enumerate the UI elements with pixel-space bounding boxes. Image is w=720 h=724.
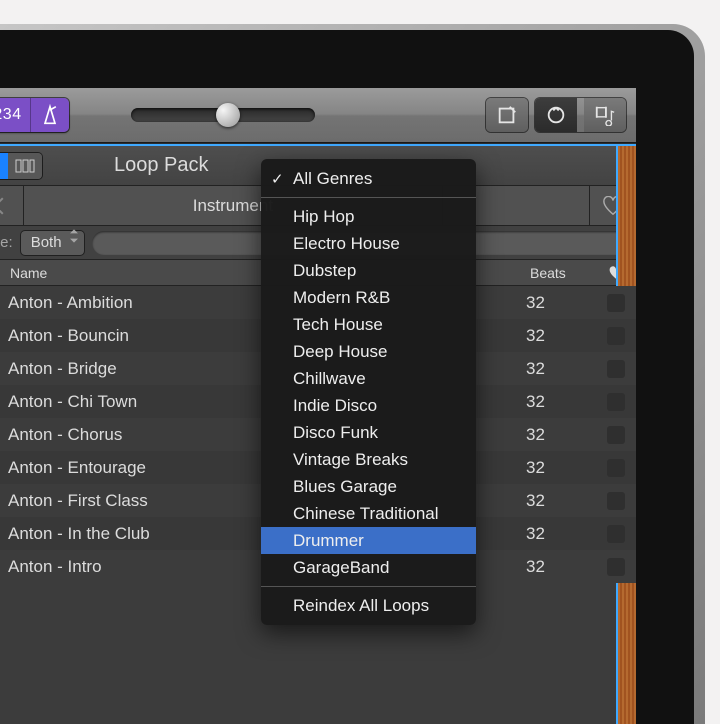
loop-pack-menu: All Genres Hip HopElectro HouseDubstepMod… (261, 159, 476, 625)
loop-view-toggle (0, 153, 42, 179)
menu-item-reindex[interactable]: Reindex All Loops (261, 592, 476, 619)
loop-pack-dropdown[interactable]: Loop Pack (114, 154, 209, 177)
loop-view-button-grid[interactable] (0, 153, 8, 179)
loop-favorite-toggle[interactable] (596, 558, 636, 576)
menu-item[interactable]: Tech House (261, 311, 476, 338)
loop-favorite-toggle[interactable] (596, 294, 636, 312)
notepad-button[interactable] (486, 98, 528, 132)
loop-beats: 32 (526, 491, 596, 511)
loop-beats: 32 (526, 425, 596, 445)
loop-favorite-toggle[interactable] (596, 426, 636, 444)
toolbar-right-group (486, 98, 626, 132)
loop-beats: 32 (526, 392, 596, 412)
media-browser-button[interactable] (584, 98, 626, 132)
column-view-icon (15, 159, 35, 173)
menu-item[interactable]: Indie Disco (261, 392, 476, 419)
metronome-icon (40, 104, 60, 126)
menu-separator (261, 586, 476, 587)
loop-view-button-columns[interactable] (8, 153, 42, 179)
menu-separator (261, 197, 476, 198)
menu-item[interactable]: All Genres (261, 165, 476, 192)
count-in-button[interactable]: 1234 (0, 98, 30, 132)
menu-item[interactable]: Electro House (261, 230, 476, 257)
scale-select[interactable]: Both (21, 231, 84, 255)
count-in-group: 1234 (0, 98, 69, 132)
transport-toolbar: 1234 (0, 88, 636, 143)
device-bezel: 1234 (0, 30, 694, 724)
scale-label: Scale: (0, 234, 13, 251)
horizontal-zoom-slider[interactable] (131, 108, 315, 122)
loop-browser-panel: Loop Pack Instrument Scale: Both N (0, 144, 636, 724)
grid-view-icon (0, 159, 1, 173)
menu-item[interactable]: Deep House (261, 338, 476, 365)
loop-favorite-toggle[interactable] (596, 492, 636, 510)
menu-item[interactable]: Dubstep (261, 257, 476, 284)
loop-favorite-toggle[interactable] (596, 360, 636, 378)
col-beats[interactable]: Beats (526, 265, 596, 281)
menu-item[interactable]: Blues Garage (261, 473, 476, 500)
loop-beats: 32 (526, 326, 596, 346)
menu-item[interactable]: Disco Funk (261, 419, 476, 446)
loop-favorite-toggle[interactable] (596, 393, 636, 411)
loop-favorite-toggle[interactable] (596, 525, 636, 543)
loop-beats: 32 (526, 524, 596, 544)
loop-beats: 32 (526, 557, 596, 577)
menu-item[interactable]: GarageBand (261, 554, 476, 581)
menu-item[interactable]: Vintage Breaks (261, 446, 476, 473)
loop-beats: 32 (526, 359, 596, 379)
menu-item[interactable]: Modern R&B (261, 284, 476, 311)
loop-icon (545, 104, 567, 126)
app-window: 1234 (0, 88, 636, 724)
menu-item[interactable]: Chillwave (261, 365, 476, 392)
loop-favorite-toggle[interactable] (596, 459, 636, 477)
notepad-icon (496, 104, 518, 126)
loop-favorite-toggle[interactable] (596, 327, 636, 345)
slider-thumb[interactable] (216, 103, 240, 127)
menu-item[interactable]: Hip Hop (261, 203, 476, 230)
loop-beats: 32 (526, 458, 596, 478)
menu-item[interactable]: Chinese Traditional (261, 500, 476, 527)
loop-browser-button[interactable] (535, 98, 577, 132)
media-icon (594, 104, 616, 126)
menu-item[interactable]: Drummer (261, 527, 476, 554)
loop-beats: 32 (526, 293, 596, 313)
metronome-button[interactable] (30, 98, 69, 132)
reset-filters-button[interactable] (0, 186, 24, 225)
